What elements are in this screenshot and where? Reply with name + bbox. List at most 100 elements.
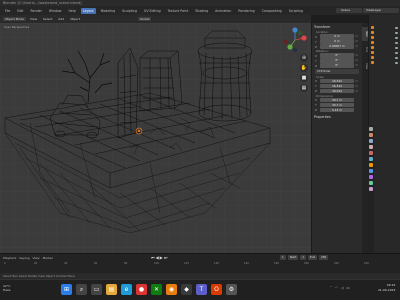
navigation-gizmo[interactable] [281, 26, 309, 54]
workspace-tab-sculpting[interactable]: Sculpting [120, 8, 139, 14]
workspace-tab-modeling[interactable]: Modeling [99, 8, 118, 14]
xbox-icon[interactable]: ✕ [151, 284, 162, 295]
eye-icon[interactable] [395, 46, 398, 49]
lock-icon[interactable]: ⊡ [354, 90, 359, 93]
rotation-mode-dropdown[interactable]: XYZ Euler [315, 69, 359, 74]
world-icon[interactable] [369, 157, 373, 161]
office-icon[interactable]: O [211, 284, 222, 295]
windows-start-icon[interactable]: ⊞ [61, 284, 72, 295]
menu-render[interactable]: Render [29, 8, 44, 14]
playback-menu[interactable]: Playback [3, 256, 16, 260]
lock-icon[interactable]: ⊡ [354, 40, 359, 43]
menu-file[interactable]: File [3, 8, 12, 14]
edge-browser-icon[interactable]: e [121, 284, 132, 295]
select-menu[interactable]: Select [41, 17, 54, 21]
physics-icon[interactable] [369, 181, 373, 185]
menu-help[interactable]: Help [66, 8, 77, 14]
eye-icon[interactable] [395, 51, 398, 54]
particles-icon[interactable] [369, 175, 373, 179]
app-icon[interactable]: ◆ [181, 284, 192, 295]
3d-viewport[interactable]: User Perspective [0, 23, 311, 253]
orientation-dropdown[interactable]: Global [137, 17, 152, 21]
workspace-tab-compositing[interactable]: Compositing [260, 8, 284, 14]
lock-icon[interactable]: ⊡ [354, 80, 359, 83]
chrome-icon[interactable]: ● [136, 284, 147, 295]
workspace-tab-animation[interactable]: Animation [213, 8, 233, 14]
scale-z-field[interactable]: 16.344 [320, 89, 354, 94]
tool-icon[interactable] [369, 127, 373, 131]
add-menu[interactable]: Add [56, 17, 66, 21]
timeline-view-menu[interactable]: View [32, 256, 39, 260]
workspace-tab-shading[interactable]: Shading [193, 8, 210, 14]
file-explorer-icon[interactable]: ▤ [106, 284, 117, 295]
lock-icon[interactable]: ⊡ [354, 45, 359, 48]
list-item[interactable] [369, 60, 400, 65]
wifi-icon[interactable]: ◠ [335, 286, 338, 290]
zoom-icon[interactable]: ⊕ [300, 54, 308, 62]
lock-icon[interactable]: ⊡ [354, 59, 359, 62]
location-x-field[interactable]: 0 m [320, 34, 354, 39]
view-menu[interactable]: View [28, 17, 39, 21]
settings-gear-icon[interactable]: ⚙ [226, 284, 237, 295]
workspace-tab-scripting[interactable]: Scripting [287, 8, 305, 14]
scene-icon[interactable] [369, 151, 373, 155]
workspace-tab-layout[interactable]: Layout [80, 7, 96, 14]
workspace-tab-texture-paint[interactable]: Texture Paint [166, 8, 191, 14]
view-layer-selector[interactable]: ViewLayer [363, 8, 399, 13]
battery-icon[interactable]: ▭ [347, 286, 350, 290]
modifier-icon[interactable] [369, 169, 373, 173]
task-view-icon[interactable]: ▭ [91, 284, 102, 295]
rotation-x-field[interactable]: 0° [320, 53, 354, 58]
lock-icon[interactable]: ⊡ [354, 54, 359, 57]
location-z-field[interactable]: 0.00007 m [320, 44, 354, 49]
eye-icon[interactable] [395, 56, 398, 59]
render-icon[interactable] [369, 133, 373, 137]
current-frame-field[interactable]: 1 [280, 255, 286, 260]
eye-icon[interactable] [395, 31, 398, 34]
playback-controls[interactable]: ⏮◀▶⏭ [151, 255, 168, 260]
dimensions-z-field[interactable]: 5.13 m [320, 108, 354, 113]
lock-icon[interactable]: ⊡ [354, 64, 359, 67]
rotation-y-field[interactable]: 0° [320, 58, 354, 63]
blender-icon[interactable]: ◉ [166, 284, 177, 295]
location-y-field[interactable]: 0 m [320, 39, 354, 44]
camera-icon[interactable]: ■ [300, 74, 308, 82]
eye-icon[interactable] [395, 36, 398, 39]
menu-window[interactable]: Window [47, 8, 64, 14]
scale-y-field[interactable]: 16.344 [320, 84, 354, 89]
dimensions-y-field[interactable]: 30.7 m [320, 103, 354, 108]
menu-edit[interactable]: Edit [15, 8, 25, 14]
dimensions-x-field[interactable]: 30.7 m [320, 98, 354, 103]
pan-hand-icon[interactable]: ✋ [300, 64, 308, 72]
speaker-icon[interactable]: ◁ [341, 286, 344, 290]
material-icon[interactable] [369, 187, 373, 191]
marker-menu[interactable]: Marker [43, 256, 53, 260]
frame-ruler[interactable]: 0 20 40 60 80 100 120 140 160 180 200 22… [0, 262, 400, 267]
object-icon[interactable] [369, 163, 373, 167]
eye-icon[interactable] [395, 41, 398, 44]
chevron-up-icon[interactable]: ˄ [330, 286, 332, 290]
workspace-tab-uv-editing[interactable]: UV Editing [142, 8, 163, 14]
view-layer-icon[interactable] [369, 145, 373, 149]
properties-header[interactable]: Properties [312, 113, 362, 120]
teams-icon[interactable]: T [196, 284, 207, 295]
workspace-tab-rendering[interactable]: Rendering [236, 8, 256, 14]
object-menu[interactable]: Object [68, 17, 82, 21]
grid-icon[interactable]: ▦ [300, 84, 308, 92]
keying-menu[interactable]: Keying [19, 256, 29, 260]
lock-icon[interactable]: ⊡ [354, 35, 359, 38]
start-frame-field[interactable]: 1 [300, 255, 307, 260]
scale-x-field[interactable]: 16.344 [320, 79, 354, 84]
eye-icon[interactable] [395, 61, 398, 64]
object-mode-dropdown[interactable]: Object Mode [3, 17, 26, 21]
lock-icon[interactable]: ⊡ [354, 85, 359, 88]
end-frame-field[interactable]: 250 [319, 255, 329, 260]
taskbar-clock[interactable]: 09:15 21-09-2023 [378, 283, 395, 293]
weather-widget[interactable]: 22°C Haze [3, 284, 11, 292]
scene-selector[interactable]: Scene [336, 8, 362, 13]
rotation-z-field[interactable]: 0° [320, 63, 354, 68]
search-icon[interactable]: ⌕ [76, 284, 87, 295]
eye-icon[interactable] [395, 26, 398, 29]
output-icon[interactable] [369, 139, 373, 143]
transform-header[interactable]: Transform [312, 23, 362, 30]
